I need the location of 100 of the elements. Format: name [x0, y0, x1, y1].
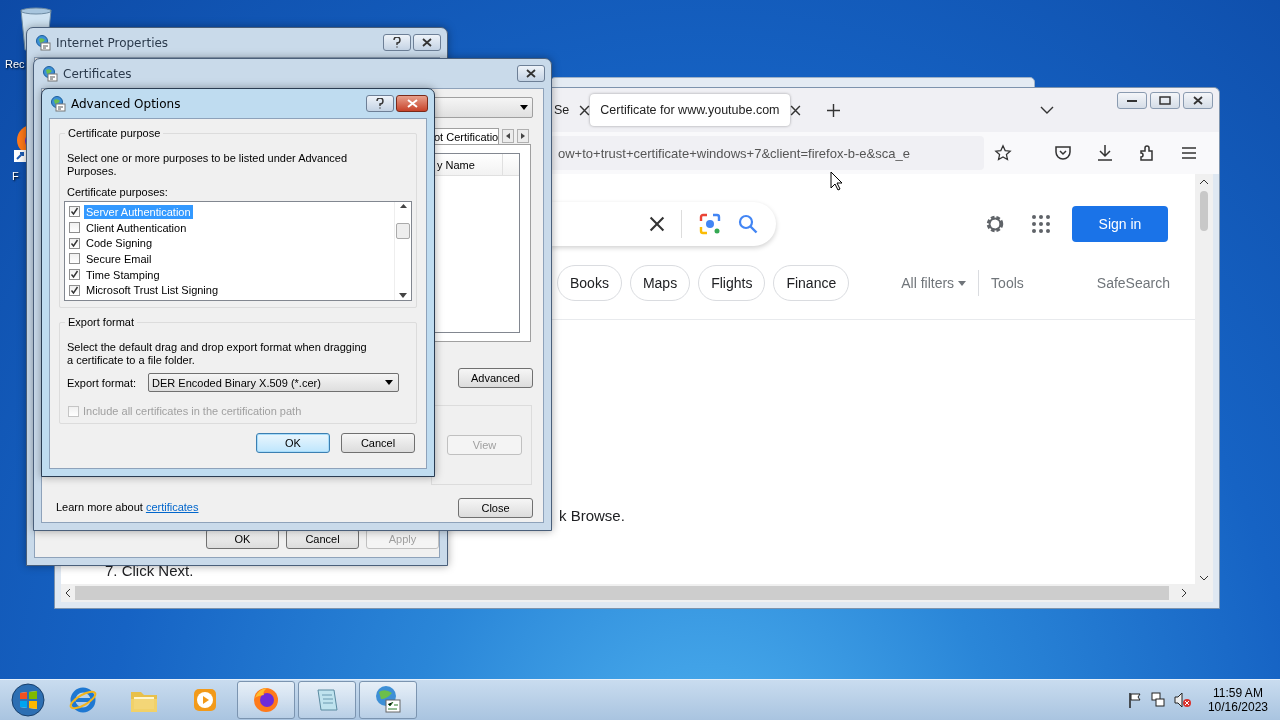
group-label: Certificate purpose [65, 127, 164, 139]
certificates-link[interactable]: certificates [145, 501, 199, 513]
dialog-button[interactable]: OK [256, 433, 330, 453]
group-label: Export format [65, 316, 138, 328]
caret-down-icon [399, 293, 407, 298]
scroll-thumb[interactable] [396, 222, 410, 239]
horizontal-scrollbar[interactable] [61, 584, 1213, 602]
help-button[interactable] [366, 95, 394, 112]
all-filters-dropdown[interactable]: All filters [901, 275, 967, 291]
network-icon[interactable] [1149, 692, 1166, 708]
certificate-icon [35, 34, 51, 51]
checkbox[interactable] [69, 237, 80, 249]
checkbox[interactable] [69, 269, 80, 280]
left-arrow-icon [506, 133, 510, 139]
star-icon[interactable] [994, 144, 1012, 162]
tab-close-icon [579, 104, 591, 116]
description-text: Select one or more purposes to be listed under Advanced Purposes. [67, 152, 349, 178]
dialog-button[interactable]: OK [206, 529, 279, 549]
purposes-listbox[interactable]: Server Authentication Client Authentication Code Signing Secure Email Time Stamping Microsoft Trust List Signing [64, 201, 412, 301]
tab-close-icon [789, 104, 801, 116]
search-box[interactable] [550, 202, 776, 246]
scroll-up-icon[interactable] [1199, 179, 1209, 185]
dialog-button[interactable]: Cancel [341, 433, 415, 453]
close-icon [526, 69, 536, 78]
advanced-button[interactable]: Advanced [458, 368, 533, 388]
scroll-right-icon[interactable] [1181, 588, 1187, 598]
address-bar[interactable]: ow+to+trust+certificate+windows+7&client=firefox-b-e&sca_e [550, 136, 984, 170]
checkbox[interactable] [69, 284, 80, 296]
scroll-thumb[interactable] [1200, 191, 1208, 231]
close-icon [422, 38, 432, 47]
scroll-up-icon [399, 204, 407, 208]
close-button[interactable] [396, 95, 428, 112]
window-title: Internet Properties [56, 35, 169, 50]
list-item[interactable]: Client Authentication [84, 220, 189, 235]
taskbar-button[interactable] [359, 681, 417, 719]
caret-down-icon [958, 280, 967, 286]
caret-down-icon [385, 380, 394, 385]
list-item[interactable]: Code Signing [84, 236, 155, 251]
scroll-left-button[interactable] [502, 129, 514, 143]
list-item[interactable]: Secure Email [84, 251, 154, 266]
close-button[interactable] [517, 65, 545, 82]
description-text: Select the default drag and drop export format when dragging a certificate to a file folder. [67, 341, 367, 367]
field-label: Export format: [67, 376, 137, 389]
safesearch-link[interactable]: SafeSearch [1096, 275, 1170, 291]
field-label: Certificate purposes: [67, 186, 169, 198]
desktop-icon-label: Rec [5, 58, 25, 70]
sign-in-button[interactable]: Sign in [1072, 206, 1168, 242]
help-button[interactable] [383, 34, 411, 51]
clock-date[interactable]: 10/16/2023 [1207, 700, 1268, 714]
tools-link[interactable]: Tools [991, 275, 1024, 291]
help-text: Learn more about [56, 501, 143, 513]
maximize-icon [1159, 96, 1171, 105]
help-icon [376, 98, 384, 109]
checkbox[interactable] [69, 253, 80, 265]
list-item[interactable]: Time Stamping [84, 267, 162, 282]
search-icon[interactable] [738, 214, 758, 234]
filter-chip[interactable]: Maps [629, 265, 691, 301]
pocket-icon[interactable] [1053, 143, 1073, 163]
apps-grid-icon[interactable] [1032, 215, 1050, 233]
close-button[interactable]: Close [458, 498, 533, 518]
window-title: Advanced Options [71, 96, 181, 111]
chevron-down-icon[interactable] [1039, 106, 1054, 114]
article-text: 7. Click Next. [105, 562, 195, 579]
certificate-manager-icon [373, 685, 403, 715]
scroll-down-icon[interactable] [1199, 575, 1209, 581]
minimize-button[interactable] [1117, 92, 1147, 109]
download-icon[interactable] [1095, 143, 1115, 163]
caret-down-icon [520, 105, 528, 110]
checkbox[interactable] [69, 222, 80, 233]
certificate-icon [42, 65, 58, 82]
list-item[interactable]: Microsoft Trust List Signing [84, 283, 221, 298]
filter-chip[interactable]: Flights [698, 265, 766, 301]
maximize-button[interactable] [1150, 92, 1180, 109]
speaker-muted-icon[interactable] [1173, 692, 1192, 708]
settings-icon[interactable] [984, 213, 1006, 235]
new-tab-icon[interactable] [826, 103, 840, 117]
close-button[interactable] [1183, 92, 1213, 109]
taskbar-button[interactable] [237, 681, 295, 719]
browser-tab[interactable]: Se [544, 94, 580, 126]
export-format-dropdown[interactable]: DER Encoded Binary X.509 (*.cer) [148, 373, 400, 392]
close-icon [406, 99, 418, 108]
browser-tab[interactable]: Certificate for www.youtube.com [590, 94, 790, 126]
filter-chip[interactable]: Books [557, 265, 622, 301]
checkbox[interactable] [69, 206, 80, 218]
certificate-icon [50, 95, 66, 112]
scroll-left-icon[interactable] [65, 588, 71, 598]
clock-time[interactable]: 11:59 AM [1213, 686, 1263, 700]
taskbar-button[interactable] [298, 681, 356, 719]
filter-chip[interactable]: Finance [773, 265, 850, 301]
scrollbar[interactable] [394, 202, 411, 300]
close-button[interactable] [413, 34, 441, 51]
help-icon [393, 37, 401, 48]
desktop-icon-label: F [12, 170, 19, 182]
clear-icon [649, 216, 665, 232]
browser-e-icon [68, 685, 98, 715]
window-title: Certificates [63, 66, 132, 81]
scroll-right-button[interactable] [517, 129, 529, 143]
dialog-button[interactable]: Cancel [286, 529, 359, 549]
flag-icon[interactable] [1127, 692, 1142, 708]
camera-lens-icon[interactable] [698, 212, 722, 236]
